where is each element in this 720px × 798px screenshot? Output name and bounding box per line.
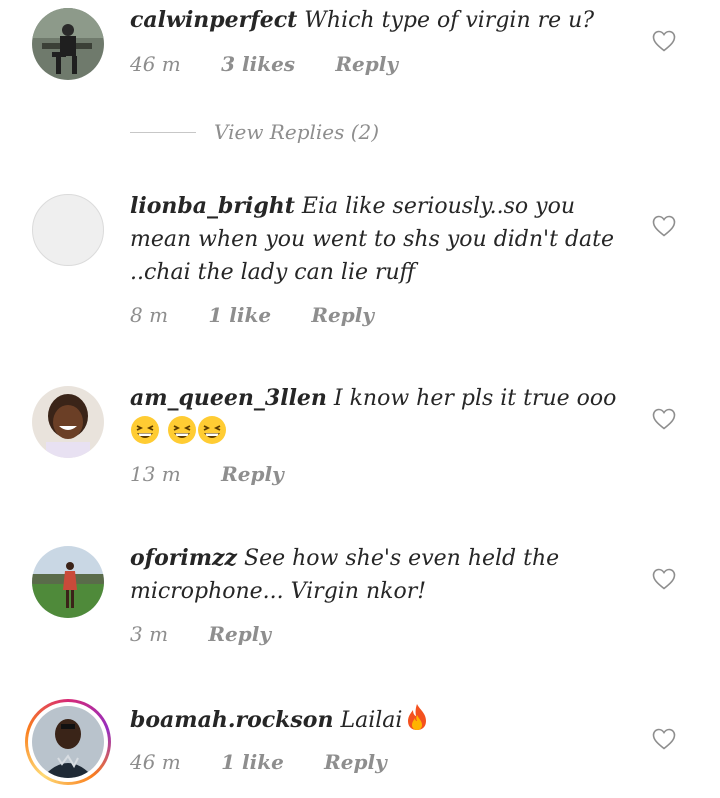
comment-likes[interactable]: 1 like — [208, 303, 271, 327]
avatar — [32, 706, 104, 778]
view-replies-button[interactable]: View Replies (2) — [130, 120, 379, 144]
heart-outline-icon[interactable] — [652, 728, 676, 750]
comment-time: 3 m — [130, 622, 169, 646]
comment-meta: 46 m 1 like Reply — [130, 750, 421, 774]
comment-time: 46 m — [130, 52, 181, 76]
comment-time: 46 m — [130, 750, 181, 774]
heart-outline-icon[interactable] — [652, 215, 676, 237]
reply-button[interactable]: Reply — [208, 622, 271, 646]
comment-meta: 8 m 1 like Reply — [130, 303, 408, 327]
comment-username[interactable]: oforimzz — [130, 545, 237, 571]
comment-username[interactable]: lionba_bright — [130, 193, 295, 219]
comment-time: 13 m — [130, 462, 181, 486]
reply-button[interactable]: Reply — [335, 52, 398, 76]
view-replies-label[interactable]: View Replies (2) — [214, 120, 379, 144]
grinning-squinting-face-icon — [131, 416, 159, 444]
reply-button[interactable]: Reply — [311, 303, 374, 327]
avatar[interactable] — [32, 386, 104, 458]
comment-text: Which type of virgin re u? — [304, 8, 595, 33]
comment-meta: 3 m Reply — [130, 622, 305, 646]
comment-body: boamah.rockson Lailai — [130, 702, 630, 737]
avatar-ring-inner — [28, 702, 108, 782]
comment-username[interactable]: boamah.rockson — [130, 707, 333, 733]
comment-time: 8 m — [130, 303, 169, 327]
comment-body: calwinperfect Which type of virgin re u? — [130, 4, 630, 37]
avatar-story-ring[interactable] — [25, 699, 111, 785]
comment-body: lionba_bright Eia like seriously..so you… — [130, 190, 630, 289]
comment-likes[interactable]: 3 likes — [221, 52, 295, 76]
comment-username[interactable]: am_queen_3llen — [130, 385, 327, 411]
grinning-squinting-face-icon — [198, 416, 226, 444]
view-replies-divider — [130, 131, 196, 133]
comment-likes[interactable]: 1 like — [221, 750, 284, 774]
comment-meta: 13 m Reply — [130, 462, 318, 486]
heart-outline-icon[interactable] — [652, 30, 676, 52]
fire-icon — [408, 704, 427, 730]
comment-text: I know her pls it true ooo — [333, 386, 617, 411]
comment-body: oforimzz See how she's even held the mic… — [130, 542, 630, 608]
heart-outline-icon[interactable] — [652, 408, 676, 430]
comment-meta: 46 m 3 likes Reply — [130, 52, 432, 76]
reply-button[interactable]: Reply — [324, 750, 387, 774]
grinning-squinting-face-icon — [168, 416, 196, 444]
comment-text: Lailai — [340, 708, 403, 733]
heart-outline-icon[interactable] — [652, 568, 676, 590]
avatar[interactable] — [32, 8, 104, 80]
reply-button[interactable]: Reply — [221, 462, 284, 486]
avatar[interactable] — [32, 194, 104, 266]
comment-username[interactable]: calwinperfect — [130, 7, 297, 33]
avatar[interactable] — [32, 546, 104, 618]
comment-body: am_queen_3llen I know her pls it true oo… — [130, 382, 630, 450]
